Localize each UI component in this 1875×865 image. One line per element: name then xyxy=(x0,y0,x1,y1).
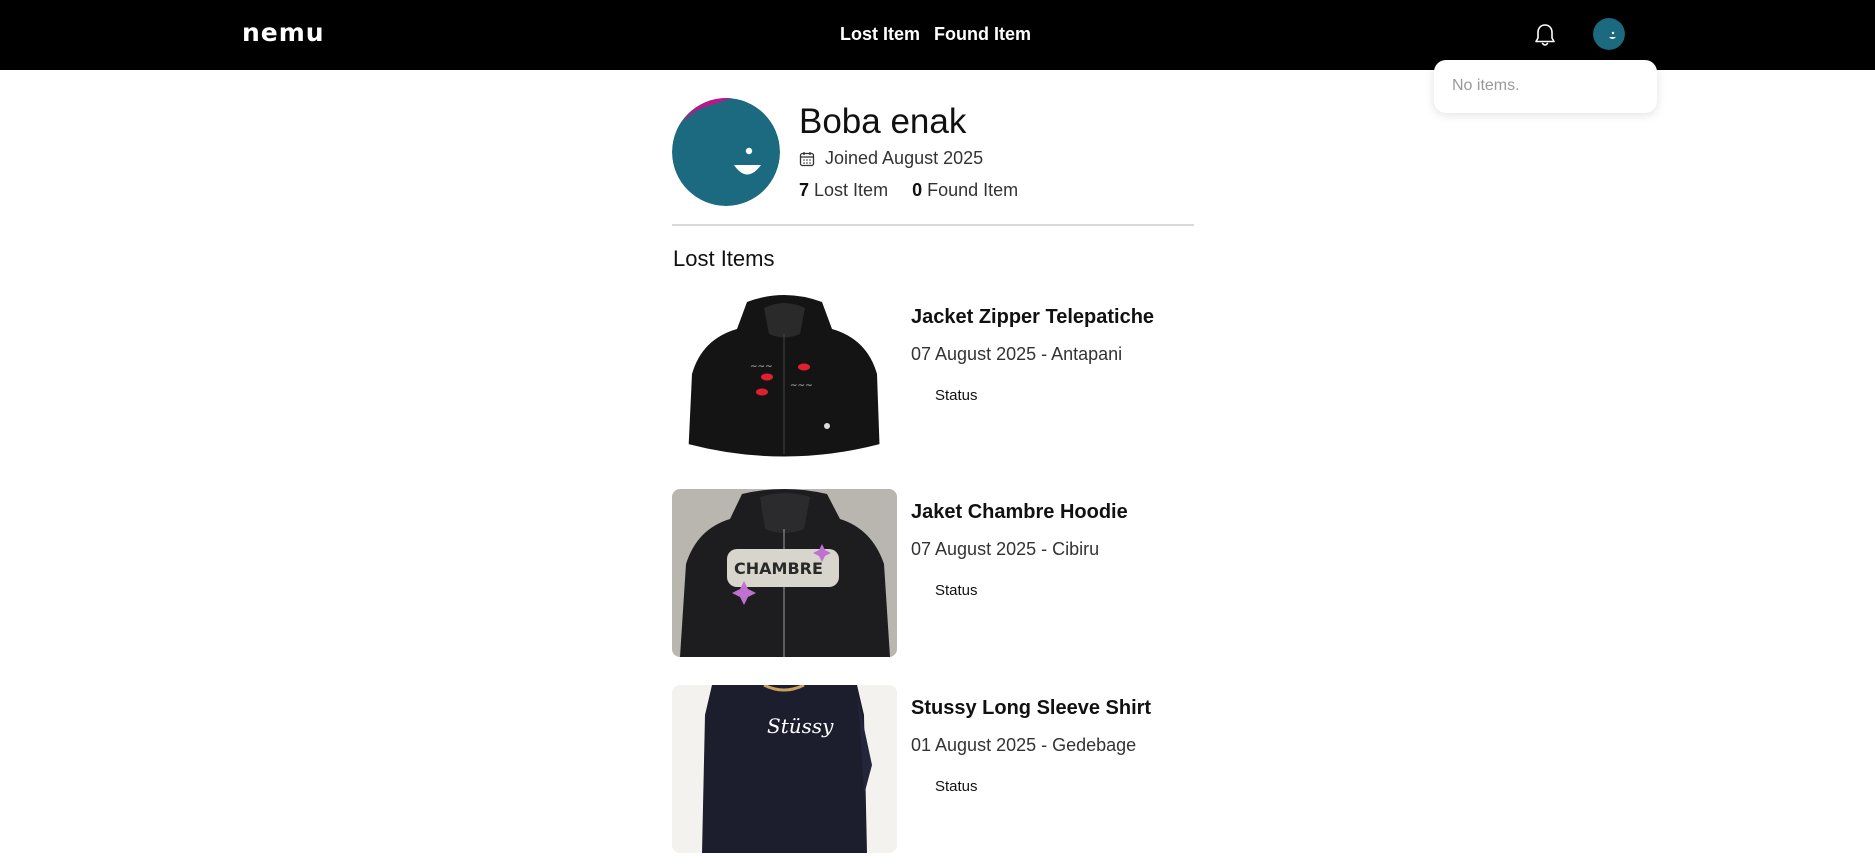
item-title[interactable]: Jaket Chambre Hoodie xyxy=(911,501,1128,524)
lost-count-label: Lost Item xyxy=(814,180,889,200)
item-status: Status xyxy=(935,387,978,404)
svg-text:CHAMBRE: CHAMBRE xyxy=(734,559,823,578)
lost-item-card[interactable]: Stüssy Stussy Long Sleeve Shirt 01 Augus… xyxy=(672,685,1202,855)
profile-name: Boba enak xyxy=(799,102,967,141)
lost-item-card[interactable]: CHAMBRE Jaket Chambre Hoodie 07 August 2… xyxy=(672,489,1202,659)
item-status: Status xyxy=(935,778,978,795)
svg-text:~~~: ~~~ xyxy=(750,362,773,372)
item-image: ~~~ ~~~ xyxy=(672,294,897,462)
joined-date: Joined August 2025 xyxy=(799,148,983,169)
item-date-location: 07 August 2025 - Cibiru xyxy=(911,539,1100,559)
item-date-location: 07 August 2025 - Antapani xyxy=(911,344,1123,364)
item-image: CHAMBRE xyxy=(672,489,897,657)
item-image: Stüssy xyxy=(672,685,897,853)
item-date-location: 01 August 2025 - Gedebage xyxy=(911,735,1137,755)
svg-text:~~~: ~~~ xyxy=(790,381,813,391)
notification-bell-icon[interactable] xyxy=(1533,22,1557,48)
profile-stats: 7 Lost Item 0 Found Item xyxy=(799,180,1018,201)
item-title[interactable]: Stussy Long Sleeve Shirt xyxy=(911,697,1151,720)
found-count: 0 xyxy=(912,180,923,200)
lost-items-heading: Lost Items xyxy=(673,246,775,271)
item-status: Status xyxy=(935,582,978,599)
svg-text:Stüssy: Stüssy xyxy=(767,714,834,738)
calendar-icon xyxy=(799,151,815,166)
profile-divider xyxy=(672,224,1194,226)
item-title[interactable]: Jacket Zipper Telepatiche xyxy=(911,306,1154,329)
user-avatar-button[interactable] xyxy=(1593,18,1625,50)
found-count-label: Found Item xyxy=(927,180,1019,200)
nav-found-item[interactable]: Found Item xyxy=(934,24,1031,45)
lost-count: 7 xyxy=(799,180,810,200)
profile-avatar xyxy=(672,98,780,206)
notifications-empty-text: No items. xyxy=(1452,77,1520,94)
lost-item-card[interactable]: ~~~ ~~~ Jacket Zipper Telepatiche 07 Aug… xyxy=(672,294,1202,464)
notifications-dropdown: No items. xyxy=(1434,60,1657,113)
nav-lost-item[interactable]: Lost Item xyxy=(840,24,920,45)
app-logo[interactable]: nemu xyxy=(242,18,325,47)
joined-text: Joined August 2025 xyxy=(825,148,984,168)
